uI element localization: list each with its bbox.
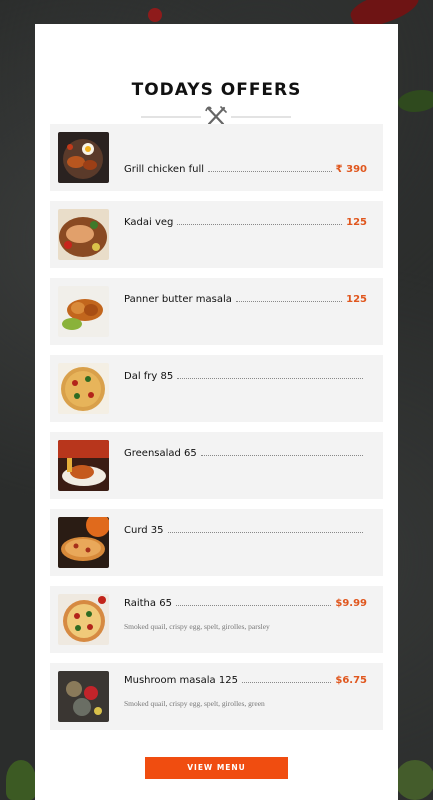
item-description: Smoked quail, crispy egg, spelt, girolle… bbox=[124, 622, 270, 631]
item-name: Panner butter masala bbox=[124, 294, 232, 305]
background-herb bbox=[6, 760, 36, 800]
background-leaf bbox=[398, 90, 433, 112]
list-item[interactable]: Raitha 65 $9.99 Smoked quail, crispy egg… bbox=[50, 586, 383, 653]
list-item[interactable]: Panner butter masala 125 bbox=[50, 278, 383, 345]
leader-dots bbox=[177, 377, 363, 379]
item-price: 125 bbox=[346, 217, 367, 228]
leader-dots bbox=[167, 531, 363, 533]
dish-image-grill-chicken bbox=[58, 132, 109, 183]
list-item[interactable]: Kadai veg 125 bbox=[50, 201, 383, 268]
item-name-row: Greensalad 65 bbox=[124, 448, 367, 459]
title-divider-right bbox=[231, 116, 291, 118]
item-name-row: Kadai veg 125 bbox=[124, 217, 367, 228]
item-name: Grill chicken full bbox=[124, 164, 205, 175]
item-name: Curd 35 bbox=[124, 525, 164, 536]
list-item[interactable]: Curd 35 bbox=[50, 509, 383, 576]
dish-image-panner-butter-masala bbox=[58, 286, 109, 337]
dish-image-raitha bbox=[58, 594, 109, 645]
list-item[interactable]: Greensalad 65 bbox=[50, 432, 383, 499]
view-menu-button[interactable]: VIEW MENU bbox=[145, 757, 288, 779]
item-name-row: Grill chicken full ₹ 390 bbox=[124, 164, 367, 175]
page-title: TODAYS OFFERS bbox=[131, 80, 302, 100]
dish-image-greensalad bbox=[58, 440, 109, 491]
item-description: Smoked quail, crispy egg, spelt, girolle… bbox=[124, 699, 265, 708]
leader-dots bbox=[241, 681, 332, 683]
leader-dots bbox=[177, 223, 343, 225]
item-name: Kadai veg bbox=[124, 217, 174, 228]
item-name: Greensalad 65 bbox=[124, 448, 197, 459]
item-name-row: Dal fry 85 bbox=[124, 371, 367, 382]
item-name: Dal fry 85 bbox=[124, 371, 174, 382]
list-item[interactable]: Dal fry 85 bbox=[50, 355, 383, 422]
leader-dots bbox=[200, 454, 363, 456]
leader-dots bbox=[235, 300, 343, 302]
item-name-row: Curd 35 bbox=[124, 525, 367, 536]
leader-dots bbox=[175, 604, 332, 606]
dish-image-mushroom-masala bbox=[58, 671, 109, 722]
dish-image-kadai-veg bbox=[58, 209, 109, 260]
item-name-row: Mushroom masala 125 $6.75 bbox=[124, 675, 367, 686]
dish-image-curd bbox=[58, 517, 109, 568]
title-divider-left bbox=[141, 116, 201, 118]
offers-card: TODAYS OFFERS Grill chicken full ₹ 390 K… bbox=[35, 24, 398, 800]
item-name-row: Panner butter masala 125 bbox=[124, 294, 367, 305]
background-greens bbox=[395, 760, 433, 800]
leader-dots bbox=[208, 170, 332, 172]
item-price: 125 bbox=[346, 294, 367, 305]
background-berry bbox=[148, 8, 162, 22]
item-name-row: Raitha 65 $9.99 bbox=[124, 598, 367, 609]
item-price: ₹ 390 bbox=[335, 164, 367, 175]
item-price: $6.75 bbox=[335, 675, 367, 686]
fork-knife-icon bbox=[205, 106, 227, 126]
item-name: Raitha 65 bbox=[124, 598, 172, 609]
list-item[interactable]: Grill chicken full ₹ 390 bbox=[50, 124, 383, 191]
list-item[interactable]: Mushroom masala 125 $6.75 Smoked quail, … bbox=[50, 663, 383, 730]
item-price: $9.99 bbox=[335, 598, 367, 609]
item-name: Mushroom masala 125 bbox=[124, 675, 238, 686]
dish-image-dal-fry bbox=[58, 363, 109, 414]
